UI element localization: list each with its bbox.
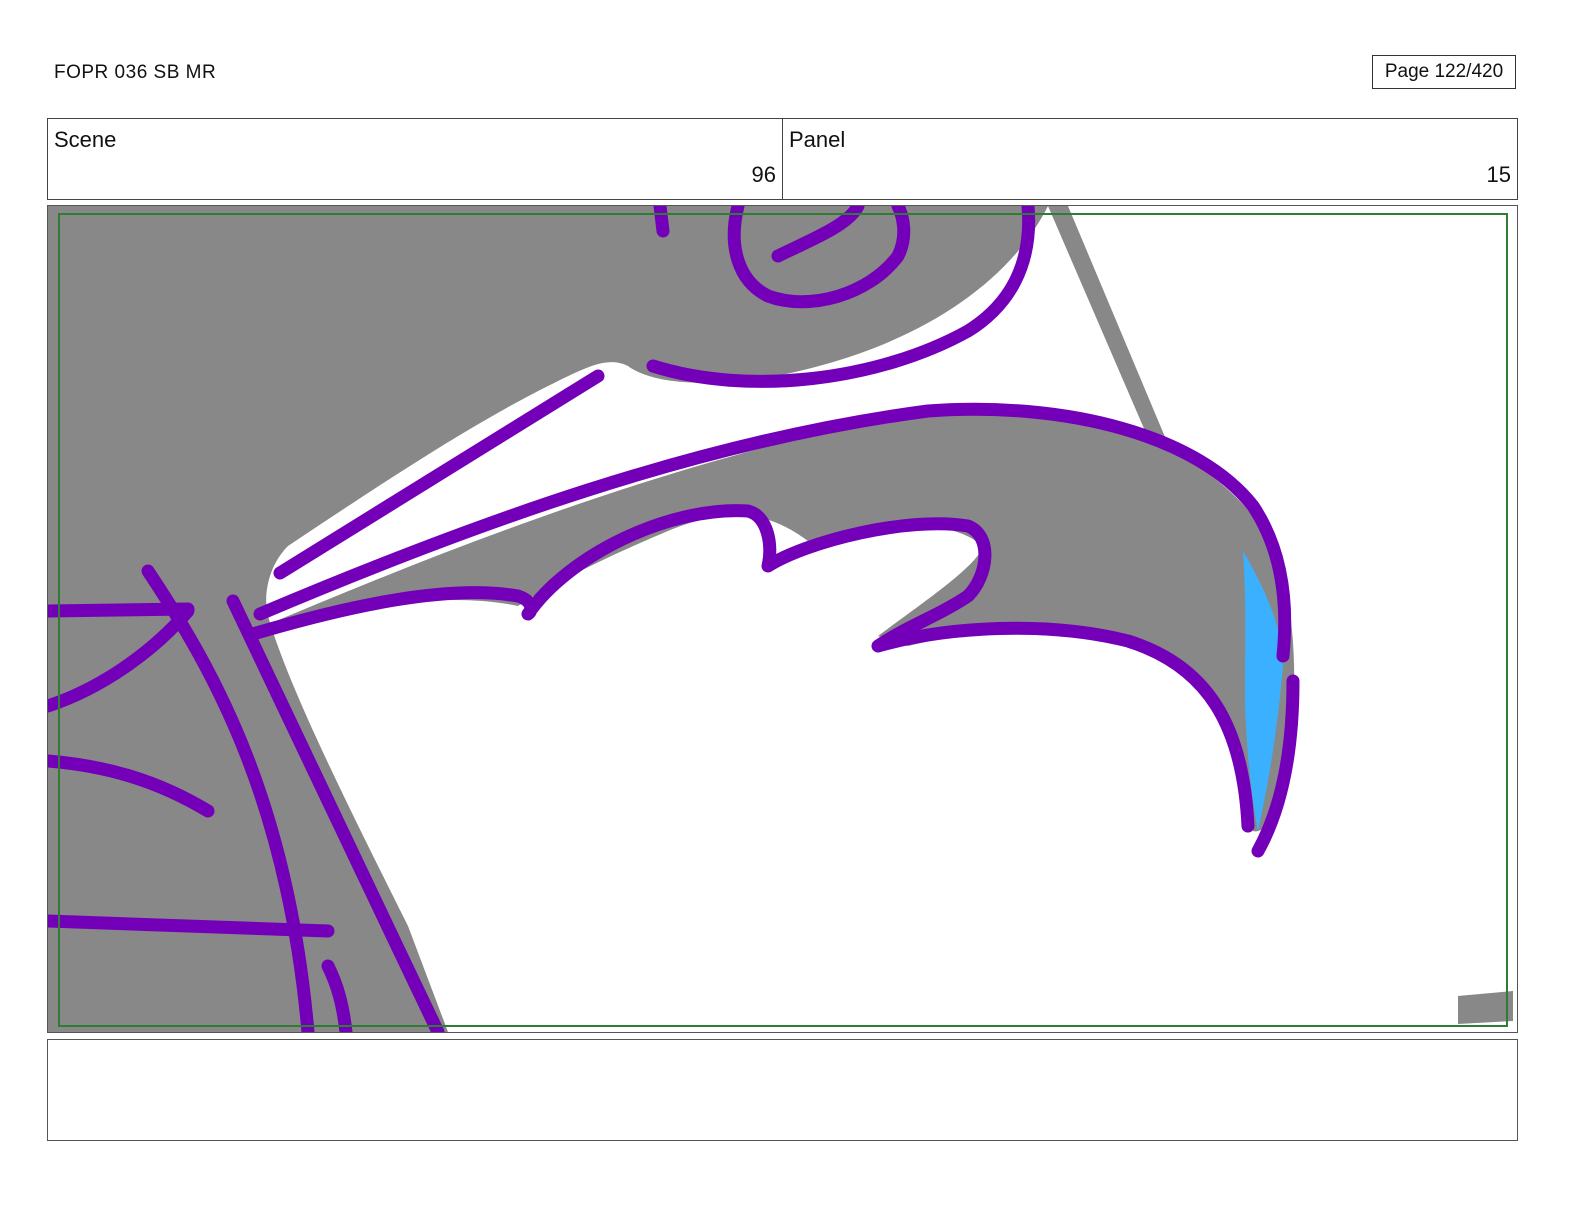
scene-cell: Scene 96 bbox=[48, 119, 782, 199]
page-counter: Page 122/420 bbox=[1372, 55, 1516, 89]
panel-notes bbox=[47, 1039, 1518, 1141]
panel-artwork bbox=[48, 206, 1513, 1032]
document-title: FOPR 036 SB MR bbox=[54, 62, 217, 83]
storyboard-panel bbox=[47, 205, 1518, 1033]
scene-label: Scene bbox=[54, 127, 117, 152]
panel-label: Panel bbox=[789, 127, 846, 152]
scene-panel-info: Scene 96 Panel 15 bbox=[47, 118, 1518, 200]
shadow-fill bbox=[48, 206, 1513, 1032]
panel-cell: Panel 15 bbox=[782, 119, 1517, 199]
panel-number: 15 bbox=[1486, 162, 1511, 187]
scene-number: 96 bbox=[751, 162, 776, 187]
